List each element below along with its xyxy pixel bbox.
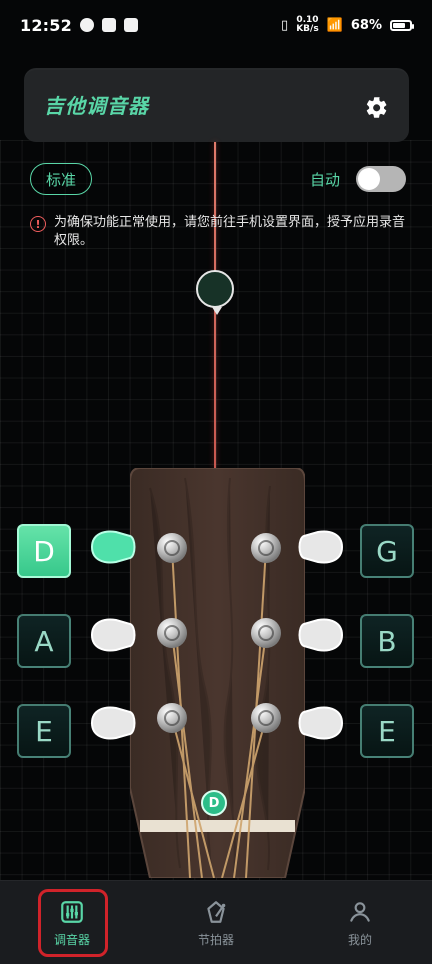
profile-icon	[347, 899, 373, 925]
settings-button[interactable]	[363, 94, 389, 120]
auto-mode: 自动	[310, 166, 406, 192]
tuning-preset-button[interactable]: 标准	[30, 163, 92, 195]
notification-icon	[123, 18, 138, 32]
status-left: 12:52	[20, 16, 138, 35]
tuning-peg-a[interactable]	[86, 614, 138, 656]
permission-warning-text: 为确保功能正常使用，请您前往手机设置界面，授予应用录音权限。	[54, 215, 406, 248]
profile-svg	[350, 901, 370, 922]
notification-icon	[101, 18, 116, 32]
vibrate-icon: ▯	[281, 17, 289, 33]
metronome-icon	[203, 899, 229, 925]
headstock-illustration	[129, 467, 306, 879]
permission-warning: ! 为确保功能正常使用，请您前往手机设置界面，授予应用录音权限。	[30, 214, 410, 250]
current-string-marker: D	[201, 790, 227, 816]
auto-mode-toggle[interactable]	[356, 166, 406, 192]
gear-icon	[366, 97, 387, 118]
wifi-icon: 📶	[326, 17, 343, 33]
tab-metronome[interactable]: 节拍器	[144, 881, 288, 964]
note-button-a[interactable]: A	[17, 614, 71, 668]
network-speed-unit: KB/s	[296, 24, 319, 34]
note-button-e-low[interactable]: E	[17, 704, 71, 758]
tuning-peg-e-high[interactable]	[296, 702, 348, 744]
status-right: ▯ 0.10 KB/s 📶 68%	[281, 16, 414, 34]
active-tab-highlight	[38, 889, 108, 957]
auto-mode-label: 自动	[309, 170, 340, 189]
battery-percent: 68%	[350, 17, 382, 33]
note-button-d[interactable]: D	[17, 524, 71, 578]
app-title: 吉他调音器	[44, 94, 149, 118]
tuning-peg-e-low[interactable]	[86, 702, 138, 744]
tuning-peg-g[interactable]	[296, 526, 348, 568]
network-speed: 0.10 KB/s	[296, 16, 318, 34]
notification-icon	[79, 18, 94, 32]
tab-profile-label: 我的	[347, 932, 372, 947]
tab-metronome-label: 节拍器	[197, 932, 234, 947]
bottom-tab-bar: 调音器 节拍器 我的	[0, 880, 432, 964]
header-card: 吉他调音器	[24, 68, 409, 142]
warning-circle-icon: !	[30, 216, 46, 232]
tuning-peg-b[interactable]	[296, 614, 348, 656]
note-button-g[interactable]: G	[360, 524, 414, 578]
tuning-peg-d[interactable]	[86, 526, 138, 568]
metronome-svg	[207, 900, 226, 923]
app-screen: 12:52 ▯ 0.10 KB/s 📶 68% 吉他调音器 标准 自动 ! 为确…	[0, 0, 432, 964]
toggle-knob	[358, 168, 380, 190]
battery-icon	[390, 19, 414, 31]
pitch-bubble	[196, 270, 234, 315]
note-button-b[interactable]: B	[360, 614, 414, 668]
battery-level-fill	[393, 22, 406, 28]
tab-profile[interactable]: 我的	[288, 881, 432, 964]
status-bar: 12:52 ▯ 0.10 KB/s 📶 68%	[0, 0, 432, 50]
note-button-e-high[interactable]: E	[360, 704, 414, 758]
guitar-headstock	[129, 467, 306, 879]
status-time: 12:52	[20, 15, 72, 35]
